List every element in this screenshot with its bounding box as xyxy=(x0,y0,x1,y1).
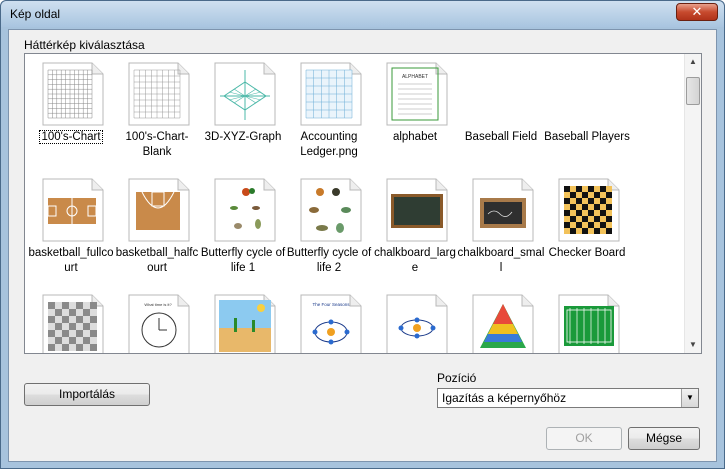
position-select-value: Igazítás a képernyőhöz xyxy=(442,391,567,405)
vertical-scrollbar[interactable]: ▲ ▼ xyxy=(684,54,701,353)
basketball-halfcourt-icon xyxy=(128,178,190,242)
gallery-item[interactable]: Baseball Players xyxy=(544,54,630,172)
gallery-item[interactable] xyxy=(461,286,541,353)
butterfly-cycle-icon xyxy=(214,178,276,242)
gallery-item[interactable]: Butterfly cycle of life 2 xyxy=(287,170,371,288)
chalkboard-large-icon xyxy=(386,178,448,242)
gallery-item-caption: 100's-Chart xyxy=(39,130,103,144)
gallery-item[interactable]: 3D-XYZ-Graph xyxy=(203,54,283,172)
scroll-thumb[interactable] xyxy=(686,77,700,105)
gallery-label: Háttérkép kiválasztása xyxy=(24,38,145,52)
gallery-item[interactable]: Baseball Field xyxy=(461,54,541,172)
gallery-item-caption: chalkboard_large xyxy=(374,247,456,274)
checkerboard-icon xyxy=(558,178,620,242)
close-icon: ✕ xyxy=(691,4,703,19)
svg-text:The Four Seasons: The Four Seasons xyxy=(312,302,350,307)
dialog-body: Háttérkép kiválasztása 100's-Chart 100's-… xyxy=(8,29,717,462)
cancel-button[interactable]: Mégse xyxy=(628,427,700,450)
gallery-item-caption: chalkboard_small xyxy=(457,247,545,274)
cycle-diagram-icon xyxy=(386,294,448,353)
gallery-item[interactable]: ALPHABET alphabet xyxy=(375,54,455,172)
position-select[interactable]: Igazítás a képernyőhöz ▼ xyxy=(437,388,699,408)
gallery-item[interactable]: chalkboard_small xyxy=(458,170,544,288)
window-title: Kép oldal xyxy=(10,7,61,21)
desert-icon xyxy=(214,294,276,353)
clock-icon: What time is it? xyxy=(128,294,190,353)
hundreds-chart-icon xyxy=(42,62,104,126)
four-seasons-icon: The Four Seasons xyxy=(300,294,362,353)
gallery-item[interactable]: Accounting Ledger.png xyxy=(289,54,369,172)
gallery-item[interactable]: What time is it? xyxy=(117,286,197,353)
ok-button[interactable]: OK xyxy=(546,427,622,450)
svg-text:ALPHABET: ALPHABET xyxy=(402,74,428,80)
ledger-icon xyxy=(300,62,362,126)
dialog-window: Kép oldal ✕ Háttérkép kiválasztása 100's… xyxy=(0,0,725,469)
gallery-item[interactable]: basketball_halfcourt xyxy=(116,170,198,288)
baseball-field-icon xyxy=(472,62,534,126)
position-label: Pozíció xyxy=(437,371,477,385)
gallery-item-caption: basketball_fullcourt xyxy=(28,247,114,274)
title-bar[interactable]: Kép oldal ✕ xyxy=(1,1,724,27)
blank-grid-icon xyxy=(128,62,190,126)
baseball-players-icon xyxy=(558,62,620,126)
close-button[interactable]: ✕ xyxy=(676,3,718,21)
gallery-item[interactable] xyxy=(203,286,283,353)
alphabet-icon: ALPHABET xyxy=(386,62,448,126)
basketball-fullcourt-icon xyxy=(42,178,104,242)
gallery-item-caption: alphabet xyxy=(392,131,438,143)
gray-checkerboard-icon xyxy=(42,294,104,353)
import-button[interactable]: Importálás xyxy=(24,383,150,406)
scroll-down-icon[interactable]: ▼ xyxy=(685,337,701,353)
gallery-item-caption: 3D-XYZ-Graph xyxy=(204,131,282,143)
gallery-item[interactable]: Butterfly cycle of life 1 xyxy=(201,170,285,288)
chalkboard-small-icon xyxy=(472,178,534,242)
gallery-item-caption: Baseball Field xyxy=(464,131,538,143)
gallery-item-caption: Butterfly cycle of life 1 xyxy=(200,247,286,274)
gallery-item-caption: basketball_halfcourt xyxy=(115,247,199,274)
gallery-item[interactable]: chalkboard_large xyxy=(374,170,456,288)
gallery-item[interactable] xyxy=(31,286,111,353)
gallery-item[interactable]: Checker Board xyxy=(547,170,627,288)
chevron-down-icon[interactable]: ▼ xyxy=(681,389,698,407)
gallery-item[interactable] xyxy=(547,286,627,353)
pyramid-icon xyxy=(472,294,534,353)
gallery-item-caption: 100's-Chart-Blank xyxy=(125,131,189,158)
gallery-item-caption: Checker Board xyxy=(548,247,626,259)
scroll-up-icon[interactable]: ▲ xyxy=(685,54,701,70)
gallery-item[interactable]: The Four Seasons xyxy=(289,286,369,353)
gallery-item-caption: Baseball Players xyxy=(544,131,630,143)
gallery-item[interactable]: 100's-Chart xyxy=(31,54,111,172)
football-field-icon xyxy=(558,294,620,353)
svg-text:What time is it?: What time is it? xyxy=(144,302,172,307)
gallery-item[interactable] xyxy=(375,286,455,353)
gallery-item[interactable]: 100's-Chart-Blank xyxy=(117,54,197,172)
gallery-item[interactable]: basketball_fullcourt xyxy=(28,170,114,288)
butterfly-cycle-2-icon xyxy=(300,178,362,242)
3d-graph-icon xyxy=(214,62,276,126)
gallery-item-caption: Butterfly cycle of life 2 xyxy=(286,247,372,274)
gallery-item-caption: Accounting Ledger.png xyxy=(300,131,358,158)
background-gallery[interactable]: 100's-Chart 100's-Chart-Blank 3D-XYZ-Graph… xyxy=(24,53,702,354)
